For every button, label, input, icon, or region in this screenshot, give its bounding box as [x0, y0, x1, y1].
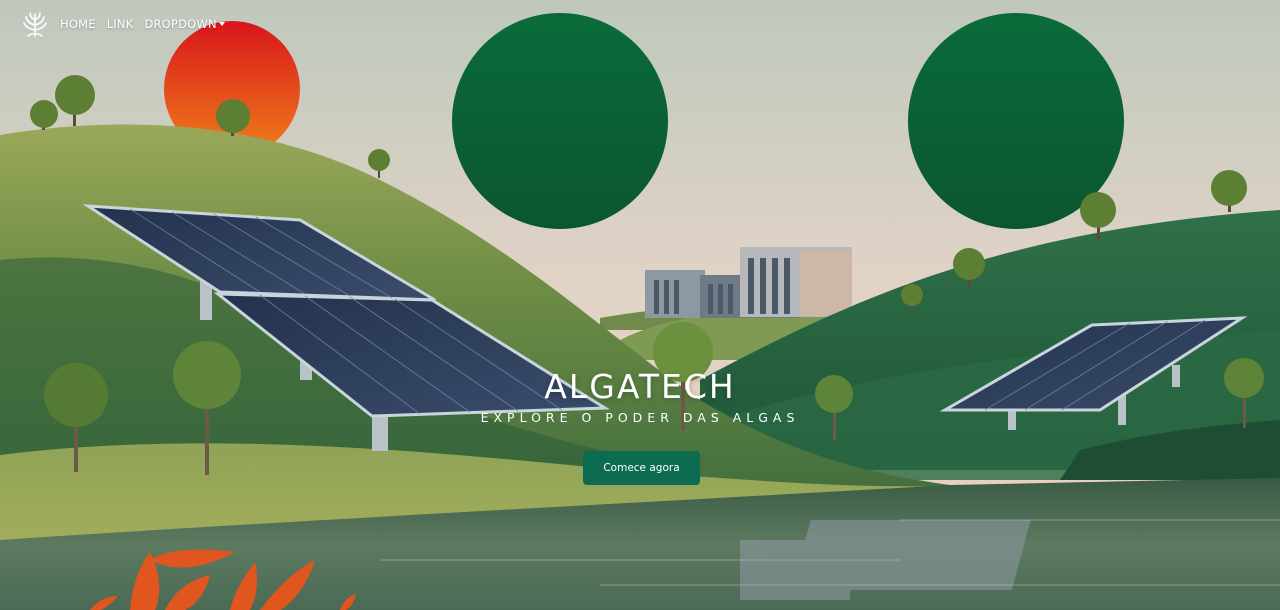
seaweed-plant-icon [23, 12, 47, 37]
hero-subtitle: EXPLORE O PODER DAS ALGAS [480, 410, 800, 425]
nav-link-link[interactable]: LINK [107, 17, 134, 31]
caret-down-icon [218, 22, 225, 26]
navbar: HOME LINK DROPDOWN [0, 0, 1280, 50]
nav-link-home[interactable]: HOME [60, 17, 96, 31]
hero-background-image [0, 0, 1280, 610]
brand-logo[interactable] [22, 11, 48, 39]
hero-section: HOME LINK DROPDOWN ALGATECH EXPLORE O PO… [0, 0, 1280, 610]
hero-text: ALGATECH EXPLORE O PODER DAS ALGAS [0, 366, 1280, 426]
nav-dropdown-toggle[interactable]: DROPDOWN [144, 17, 225, 31]
nav-links: HOME LINK DROPDOWN [60, 17, 225, 31]
get-started-button[interactable]: Comece agora [583, 451, 700, 485]
nav-dropdown-label: DROPDOWN [144, 17, 217, 31]
hero-title: ALGATECH [544, 367, 736, 406]
